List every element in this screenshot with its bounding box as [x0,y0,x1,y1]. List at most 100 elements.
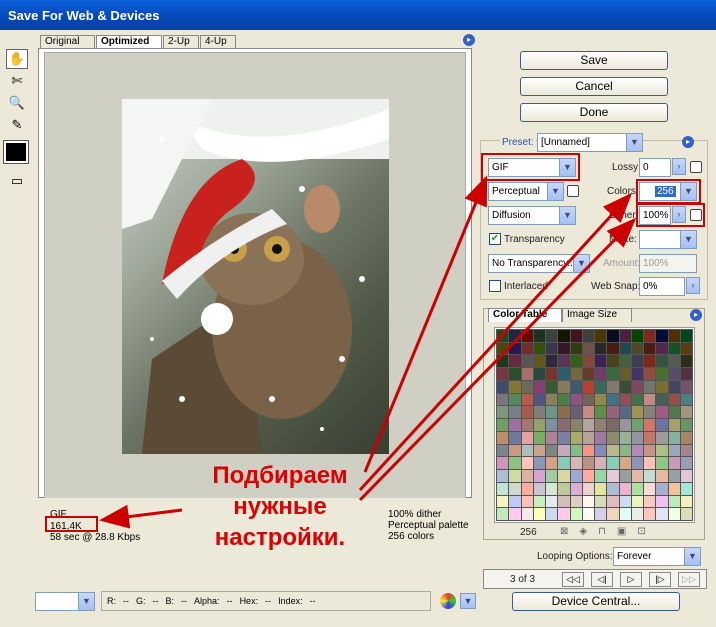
delete-color-icon[interactable]: ⊡ [637,526,656,537]
color-swatch[interactable] [680,380,692,393]
color-swatch[interactable] [644,470,656,482]
color-swatch[interactable] [595,495,607,508]
color-swatch[interactable] [570,380,582,393]
color-swatch[interactable] [509,368,521,380]
tab-image-size[interactable]: Image Size [562,308,632,322]
color-swatch[interactable] [546,431,558,444]
color-swatch[interactable] [546,368,558,380]
color-swatch[interactable] [619,482,631,495]
color-swatch[interactable] [619,470,631,482]
color-swatch[interactable] [619,355,631,368]
zoom-tool-icon[interactable]: 🔍 [6,93,28,113]
color-swatch[interactable] [558,380,570,393]
color-swatch[interactable] [680,342,692,355]
color-swatch[interactable] [497,495,509,508]
color-swatch[interactable] [668,482,680,495]
color-swatch[interactable] [558,330,570,342]
new-color-icon[interactable]: ▣ [617,526,637,537]
color-swatch[interactable] [656,406,668,419]
color-swatch[interactable] [656,444,668,457]
color-swatch[interactable] [644,482,656,495]
color-swatch[interactable] [656,482,668,495]
color-swatch[interactable] [521,342,533,355]
color-swatch[interactable] [631,444,643,457]
color-swatch[interactable] [558,457,570,470]
color-swatch[interactable] [509,470,521,482]
save-button[interactable]: Save [520,51,668,70]
color-swatch[interactable] [680,406,692,419]
color-swatch[interactable] [644,431,656,444]
color-swatch[interactable] [497,380,509,393]
color-swatch[interactable] [668,368,680,380]
color-swatch[interactable] [668,330,680,342]
color-swatch[interactable] [631,508,643,520]
color-swatch[interactable] [570,431,582,444]
color-swatch[interactable] [607,444,619,457]
color-swatch[interactable] [680,482,692,495]
color-swatch[interactable] [607,508,619,520]
color-swatch[interactable] [656,457,668,470]
websnap-input[interactable]: 0% [639,277,685,296]
color-swatch[interactable] [656,470,668,482]
optimize-menu-icon[interactable]: ▸ [682,136,694,148]
color-swatch[interactable] [521,508,533,520]
color-swatch[interactable] [509,457,521,470]
color-swatch[interactable] [582,482,594,495]
color-swatch[interactable] [644,342,656,355]
color-swatch[interactable] [680,495,692,508]
color-swatch[interactable] [558,419,570,431]
color-swatch[interactable] [533,393,545,406]
color-table-menu-icon[interactable]: ▸ [690,309,702,321]
color-swatch[interactable] [521,380,533,393]
looping-select[interactable]: Forever ▼ [613,547,701,566]
color-swatch[interactable] [509,393,521,406]
color-swatch[interactable] [631,342,643,355]
color-swatch[interactable] [582,508,594,520]
color-swatch[interactable] [570,419,582,431]
color-swatch[interactable] [595,508,607,520]
color-swatch[interactable] [521,431,533,444]
color-swatch[interactable] [656,431,668,444]
color-swatch[interactable] [533,380,545,393]
color-swatch[interactable] [680,431,692,444]
lock-color-icon[interactable]: ⊓ [598,526,617,537]
color-swatch[interactable] [533,406,545,419]
color-swatch[interactable] [631,393,643,406]
preview-menu-icon[interactable]: ▸ [463,34,475,46]
color-swatch[interactable] [595,470,607,482]
color-swatch[interactable] [619,431,631,444]
color-swatch[interactable] [546,482,558,495]
color-swatch[interactable] [558,431,570,444]
color-swatch[interactable] [582,431,594,444]
reduction-mask-icon[interactable] [567,185,579,197]
color-swatch[interactable] [521,457,533,470]
color-swatch[interactable] [668,380,680,393]
color-swatch[interactable] [644,444,656,457]
color-swatch[interactable] [631,368,643,380]
first-frame-button[interactable]: ◁◁ [562,572,584,587]
color-swatch[interactable] [595,482,607,495]
color-swatch[interactable] [582,457,594,470]
last-frame-button[interactable]: ▷▷ [678,572,700,587]
color-swatch[interactable] [570,482,582,495]
color-swatch[interactable] [558,406,570,419]
color-swatch[interactable] [582,330,594,342]
color-swatch[interactable] [497,457,509,470]
color-swatch[interactable] [668,431,680,444]
color-swatch[interactable] [619,393,631,406]
color-swatch[interactable] [656,419,668,431]
color-swatch[interactable] [497,330,509,342]
color-swatch[interactable] [619,457,631,470]
play-button[interactable]: ▷ [620,572,642,587]
color-swatch[interactable] [607,495,619,508]
color-swatch[interactable] [570,444,582,457]
color-swatch[interactable] [607,482,619,495]
color-swatch[interactable] [668,342,680,355]
color-swatch[interactable] [546,508,558,520]
color-swatch[interactable] [619,495,631,508]
color-swatch[interactable] [497,355,509,368]
color-swatch[interactable] [546,380,558,393]
color-swatch[interactable] [533,355,545,368]
color-swatch[interactable] [631,330,643,342]
eyedropper-color-swatch[interactable] [3,140,29,164]
